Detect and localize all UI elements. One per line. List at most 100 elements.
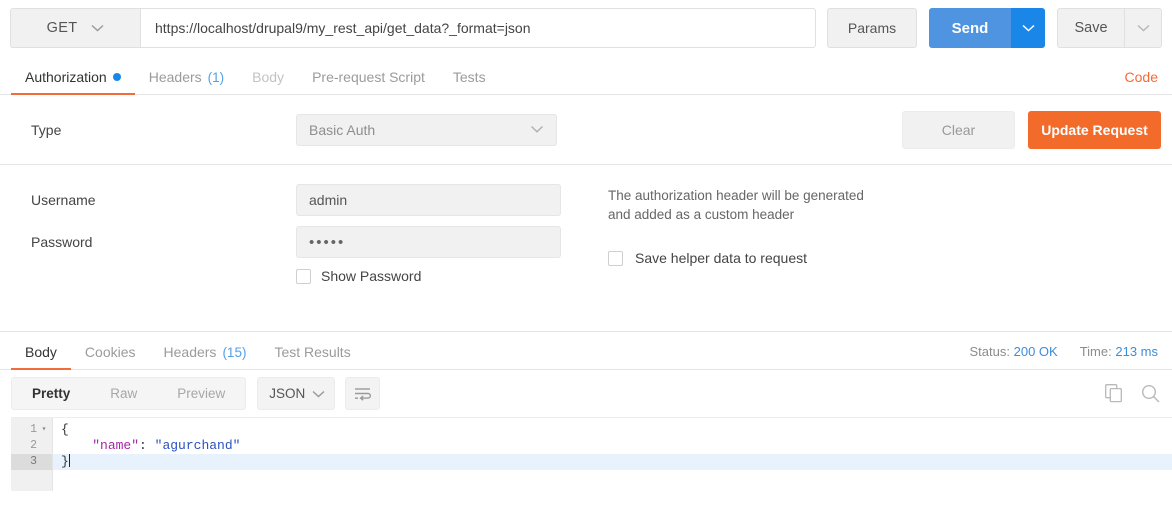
gutter-line-number: 3 (30, 455, 37, 468)
gutter-line[interactable]: 3 (11, 454, 52, 470)
show-password-toggle[interactable]: Show Password (296, 268, 596, 284)
chevron-down-icon (1021, 24, 1035, 32)
save-helper-toggle[interactable]: Save helper data to request (608, 250, 870, 266)
segment-pretty[interactable]: Pretty (12, 378, 90, 409)
credentials-column: Username admin Password ••••• Show Passw… (0, 184, 596, 331)
json-key: "name" (92, 438, 140, 453)
request-url-bar: GET https://localhost/drupal9/my_rest_ap… (0, 0, 1172, 57)
code-line: { (53, 422, 1172, 438)
response-tab-bar: Body Cookies Headers (15) Test Results S… (0, 332, 1172, 370)
chevron-down-icon (1137, 24, 1150, 32)
tab-authorization-label: Authorization (25, 69, 107, 85)
response-format-value: JSON (269, 386, 306, 401)
show-password-checkbox[interactable] (296, 268, 311, 284)
tab-response-body[interactable]: Body (11, 344, 71, 370)
code-brace-open: { (61, 422, 69, 437)
request-url-input[interactable]: https://localhost/drupal9/my_rest_api/ge… (140, 8, 816, 48)
tab-response-headers[interactable]: Headers (15) (150, 344, 261, 369)
params-button[interactable]: Params (827, 8, 917, 48)
json-colon: : (139, 438, 155, 453)
code-line: "name": "agurchand" (53, 438, 1172, 454)
username-input[interactable]: admin (296, 184, 561, 216)
response-meta: Status: 200 OK Time: 213 ms (970, 344, 1158, 369)
tab-response-cookies[interactable]: Cookies (71, 344, 150, 369)
update-request-button[interactable]: Update Request (1028, 110, 1161, 149)
gutter-line[interactable]: 2 (11, 438, 52, 454)
send-options-button[interactable] (1011, 8, 1045, 48)
tab-pre-request-script[interactable]: Pre-request Script (298, 69, 439, 94)
gutter-line-number: 2 (30, 439, 37, 452)
tab-body[interactable]: Body (238, 69, 298, 94)
status-indicator: Status: 200 OK (970, 344, 1058, 359)
time-indicator: Time: 213 ms (1080, 344, 1158, 359)
time-value: 213 ms (1115, 344, 1158, 359)
tab-response-cookies-label: Cookies (84, 344, 136, 360)
chevron-down-icon (312, 390, 325, 398)
search-icon (1141, 384, 1160, 403)
chevron-down-icon (91, 24, 104, 32)
auth-helper-text: The authorization header will be generat… (608, 188, 864, 222)
tab-headers[interactable]: Headers (1) (135, 69, 238, 94)
password-input[interactable]: ••••• (296, 226, 561, 258)
auth-credentials-section: Username admin Password ••••• Show Passw… (0, 165, 1172, 332)
tab-test-results[interactable]: Test Results (260, 344, 364, 369)
save-button-group[interactable]: Save (1057, 8, 1162, 48)
username-row: Username admin (31, 184, 596, 216)
password-label: Password (31, 234, 93, 250)
chevron-down-icon (530, 125, 544, 134)
show-password-label: Show Password (321, 268, 422, 284)
auth-type-value: Basic Auth (309, 121, 376, 138)
code-brace-close: } (61, 454, 69, 469)
tab-tests-label: Tests (452, 69, 486, 85)
fold-arrow-icon[interactable]: ▾ (40, 422, 48, 438)
auth-type-row: Type Basic Auth Clear Update Request (0, 95, 1172, 165)
tab-test-results-label: Test Results (274, 344, 351, 360)
save-helper-label: Save helper data to request (635, 250, 808, 266)
response-toolbar: Pretty Raw Preview JSON (0, 370, 1172, 417)
word-wrap-button[interactable] (345, 377, 381, 410)
http-method-select[interactable]: GET (10, 8, 140, 48)
response-body-editor[interactable]: 1 ▾ 2 3 { "name": "agurchand" } (11, 417, 1172, 491)
response-view-segments: Pretty Raw Preview (11, 377, 247, 410)
segment-raw[interactable]: Raw (90, 378, 157, 409)
save-helper-checkbox[interactable] (608, 250, 623, 266)
send-button-group[interactable]: Send (929, 8, 1045, 48)
auth-type-select[interactable]: Basic Auth (296, 113, 557, 146)
gutter-line[interactable]: 1 ▾ (11, 422, 52, 438)
gutter-line-number: 1 (30, 423, 37, 436)
tab-headers-count: (1) (207, 70, 225, 85)
tab-authorization[interactable]: Authorization (11, 69, 135, 95)
tab-response-headers-label: Headers (163, 344, 217, 360)
tab-headers-label: Headers (148, 69, 202, 85)
auth-type-label: Type (31, 121, 62, 138)
tab-body-label: Body (252, 69, 285, 85)
editor-code-area[interactable]: { "name": "agurchand" } (53, 418, 1172, 491)
clear-button[interactable]: Clear (902, 110, 1015, 149)
username-label: Username (31, 192, 96, 208)
request-tab-bar: Authorization Headers (1) Body Pre-reque… (0, 57, 1172, 95)
auth-helper-column: The authorization header will be generat… (596, 184, 870, 331)
json-string-value: "agurchand" (154, 438, 241, 453)
code-line: } (53, 454, 1172, 470)
tab-pre-request-script-label: Pre-request Script (312, 69, 425, 85)
tab-response-headers-count: (15) (222, 345, 247, 360)
word-wrap-icon (354, 387, 372, 401)
save-button[interactable]: Save (1057, 8, 1124, 48)
segment-preview[interactable]: Preview (157, 378, 245, 409)
tab-response-body-label: Body (25, 344, 57, 360)
text-caret (68, 454, 70, 467)
copy-icon (1105, 384, 1123, 403)
send-button[interactable]: Send (929, 8, 1011, 48)
time-label: Time: (1079, 344, 1112, 359)
status-label: Status: (969, 344, 1010, 359)
password-row: Password ••••• (31, 226, 596, 258)
modified-dot-icon (112, 73, 121, 81)
response-format-select[interactable]: JSON (257, 377, 336, 410)
copy-button[interactable] (1105, 384, 1123, 403)
code-link[interactable]: Code (1125, 69, 1158, 94)
search-button[interactable] (1141, 384, 1160, 403)
save-options-button[interactable] (1124, 8, 1162, 48)
tab-tests[interactable]: Tests (439, 69, 500, 94)
http-method-label: GET (46, 20, 78, 36)
